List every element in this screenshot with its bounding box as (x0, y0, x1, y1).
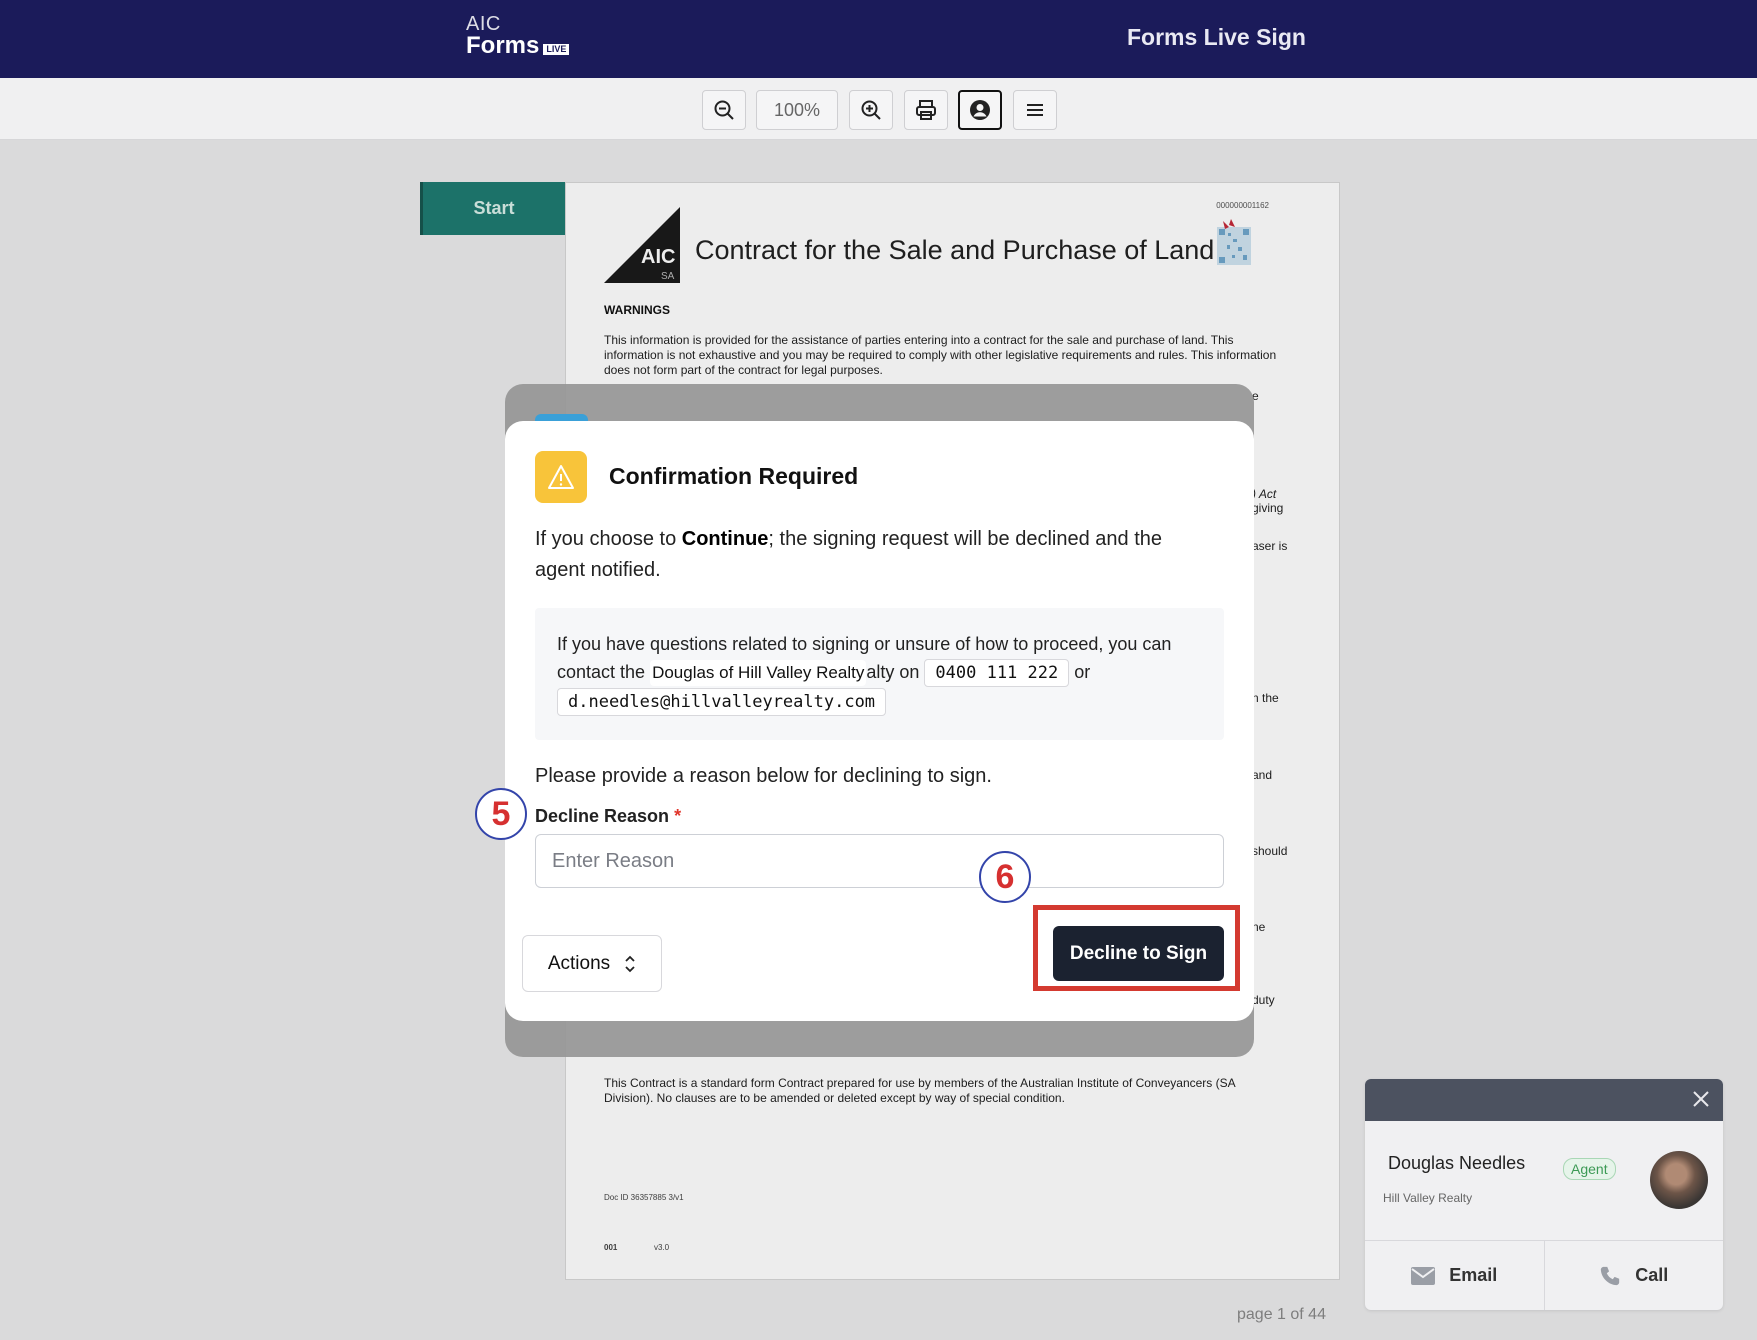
decline-prompt: Please provide a reason below for declin… (535, 765, 992, 787)
text-fragment: giving (1252, 501, 1284, 515)
doc-id: Doc ID 36357885 3/v1 (604, 1193, 684, 1202)
text-fragment: aser is (1252, 539, 1288, 553)
agent-actions: Email Call (1365, 1240, 1723, 1310)
qr-code-icon (1217, 219, 1251, 265)
app-title: Forms Live Sign (1127, 24, 1306, 50)
decline-button-highlight (1033, 905, 1240, 991)
contact-info-box: If you have questions related to signing… (535, 608, 1224, 740)
call-agent-button[interactable]: Call (1543, 1241, 1724, 1310)
document-title: Contract for the Sale and Purchase of La… (695, 235, 1215, 265)
contact-agent-name: Douglas of Hill Valley Realty (650, 660, 867, 686)
decline-reason-label: Decline Reason * (535, 806, 681, 827)
text-fragment: and (1252, 768, 1273, 782)
forms-live-logo[interactable]: AIC Forms LIVE (466, 13, 570, 59)
warnings-text: This information is provided for the ass… (604, 333, 1277, 377)
user-icon (970, 100, 990, 120)
required-indicator: * (674, 806, 682, 826)
logo-live-badge: LIVE (543, 44, 570, 55)
agent-name: Douglas Needles (1388, 1153, 1526, 1173)
decline-reason-label-text: Decline Reason (535, 806, 670, 826)
zoom-out-button[interactable] (702, 90, 746, 130)
intro-text-bold: Continue (681, 528, 769, 550)
doc-code: 001 (604, 1243, 618, 1252)
close-icon (1693, 1091, 1709, 1107)
text-fragment: should (1252, 844, 1288, 858)
email-label: Email (1449, 1265, 1498, 1285)
contract-footer-text: This Contract is a standard form Contrac… (604, 1076, 1235, 1105)
text-fragment: ) Act (1252, 487, 1277, 501)
dialog-intro: If you choose to Continue; the signing r… (535, 524, 1215, 586)
start-navigation-tab[interactable]: Start (420, 182, 583, 235)
phone-icon (1601, 1266, 1620, 1285)
print-button[interactable] (904, 90, 948, 130)
intro-text-pre: If you choose to (535, 528, 682, 550)
agent-contact-card: Douglas Needles Agent Hill Valley Realty… (1365, 1079, 1723, 1310)
contact-phone[interactable]: 0400 111 222 (924, 659, 1070, 687)
agent-card-header (1365, 1079, 1723, 1121)
zoom-in-button[interactable] (849, 90, 893, 130)
logo-aic-text: AIC (466, 13, 501, 35)
doc-version: v3.0 (654, 1243, 670, 1252)
agent-role-badge: Agent (1563, 1158, 1616, 1180)
step-marker-6: 6 (979, 851, 1031, 903)
start-label: Start (473, 198, 515, 218)
email-agent-button[interactable]: Email (1365, 1241, 1544, 1310)
warnings-heading: WARNINGS (604, 303, 670, 317)
zoom-out-icon (714, 100, 734, 120)
menu-button[interactable] (1013, 90, 1057, 130)
document-number: 000000001162 (1216, 201, 1269, 210)
envelope-icon (1411, 1266, 1436, 1285)
chevron-up-down-icon (625, 955, 635, 972)
logo-forms-text: Forms (466, 32, 540, 59)
step-marker-5: 5 (475, 788, 527, 840)
aic-logo-sub: SA (661, 271, 675, 282)
actions-label: Actions (547, 952, 611, 974)
text-fragment: n the (1252, 691, 1279, 705)
page-indicator: page 1 of 44 (1237, 1306, 1326, 1323)
contact-or-text: or (1074, 662, 1091, 682)
agent-company: Hill Valley Realty (1383, 1191, 1473, 1205)
menu-icon (1027, 104, 1043, 116)
top-header: AIC Forms LIVE Forms Live Sign (0, 0, 1757, 78)
document-toolbar: 100% (0, 78, 1757, 140)
dialog-title: Confirmation Required (609, 463, 859, 489)
close-button[interactable] (1689, 1087, 1713, 1111)
zoom-level-display[interactable]: 100% (756, 90, 838, 130)
call-label: Call (1635, 1265, 1669, 1285)
zoom-in-icon (861, 100, 881, 120)
contact-email[interactable]: d.needles@hillvalleyrealty.com (557, 688, 887, 716)
avatar (1650, 1151, 1708, 1209)
text-fragment: duty (1252, 993, 1275, 1007)
profile-button[interactable] (958, 90, 1002, 130)
warning-badge (535, 451, 587, 503)
decline-reason-input[interactable] (535, 834, 1224, 888)
aic-logo-text: AIC (641, 246, 675, 268)
warning-icon (548, 465, 574, 489)
text-fragment: ne (1252, 920, 1266, 934)
actions-dropdown-button[interactable]: Actions (522, 935, 662, 992)
contact-text-tail: alty on (866, 662, 920, 682)
aic-logo-icon: AIC SA (604, 207, 680, 283)
print-icon (916, 100, 936, 120)
